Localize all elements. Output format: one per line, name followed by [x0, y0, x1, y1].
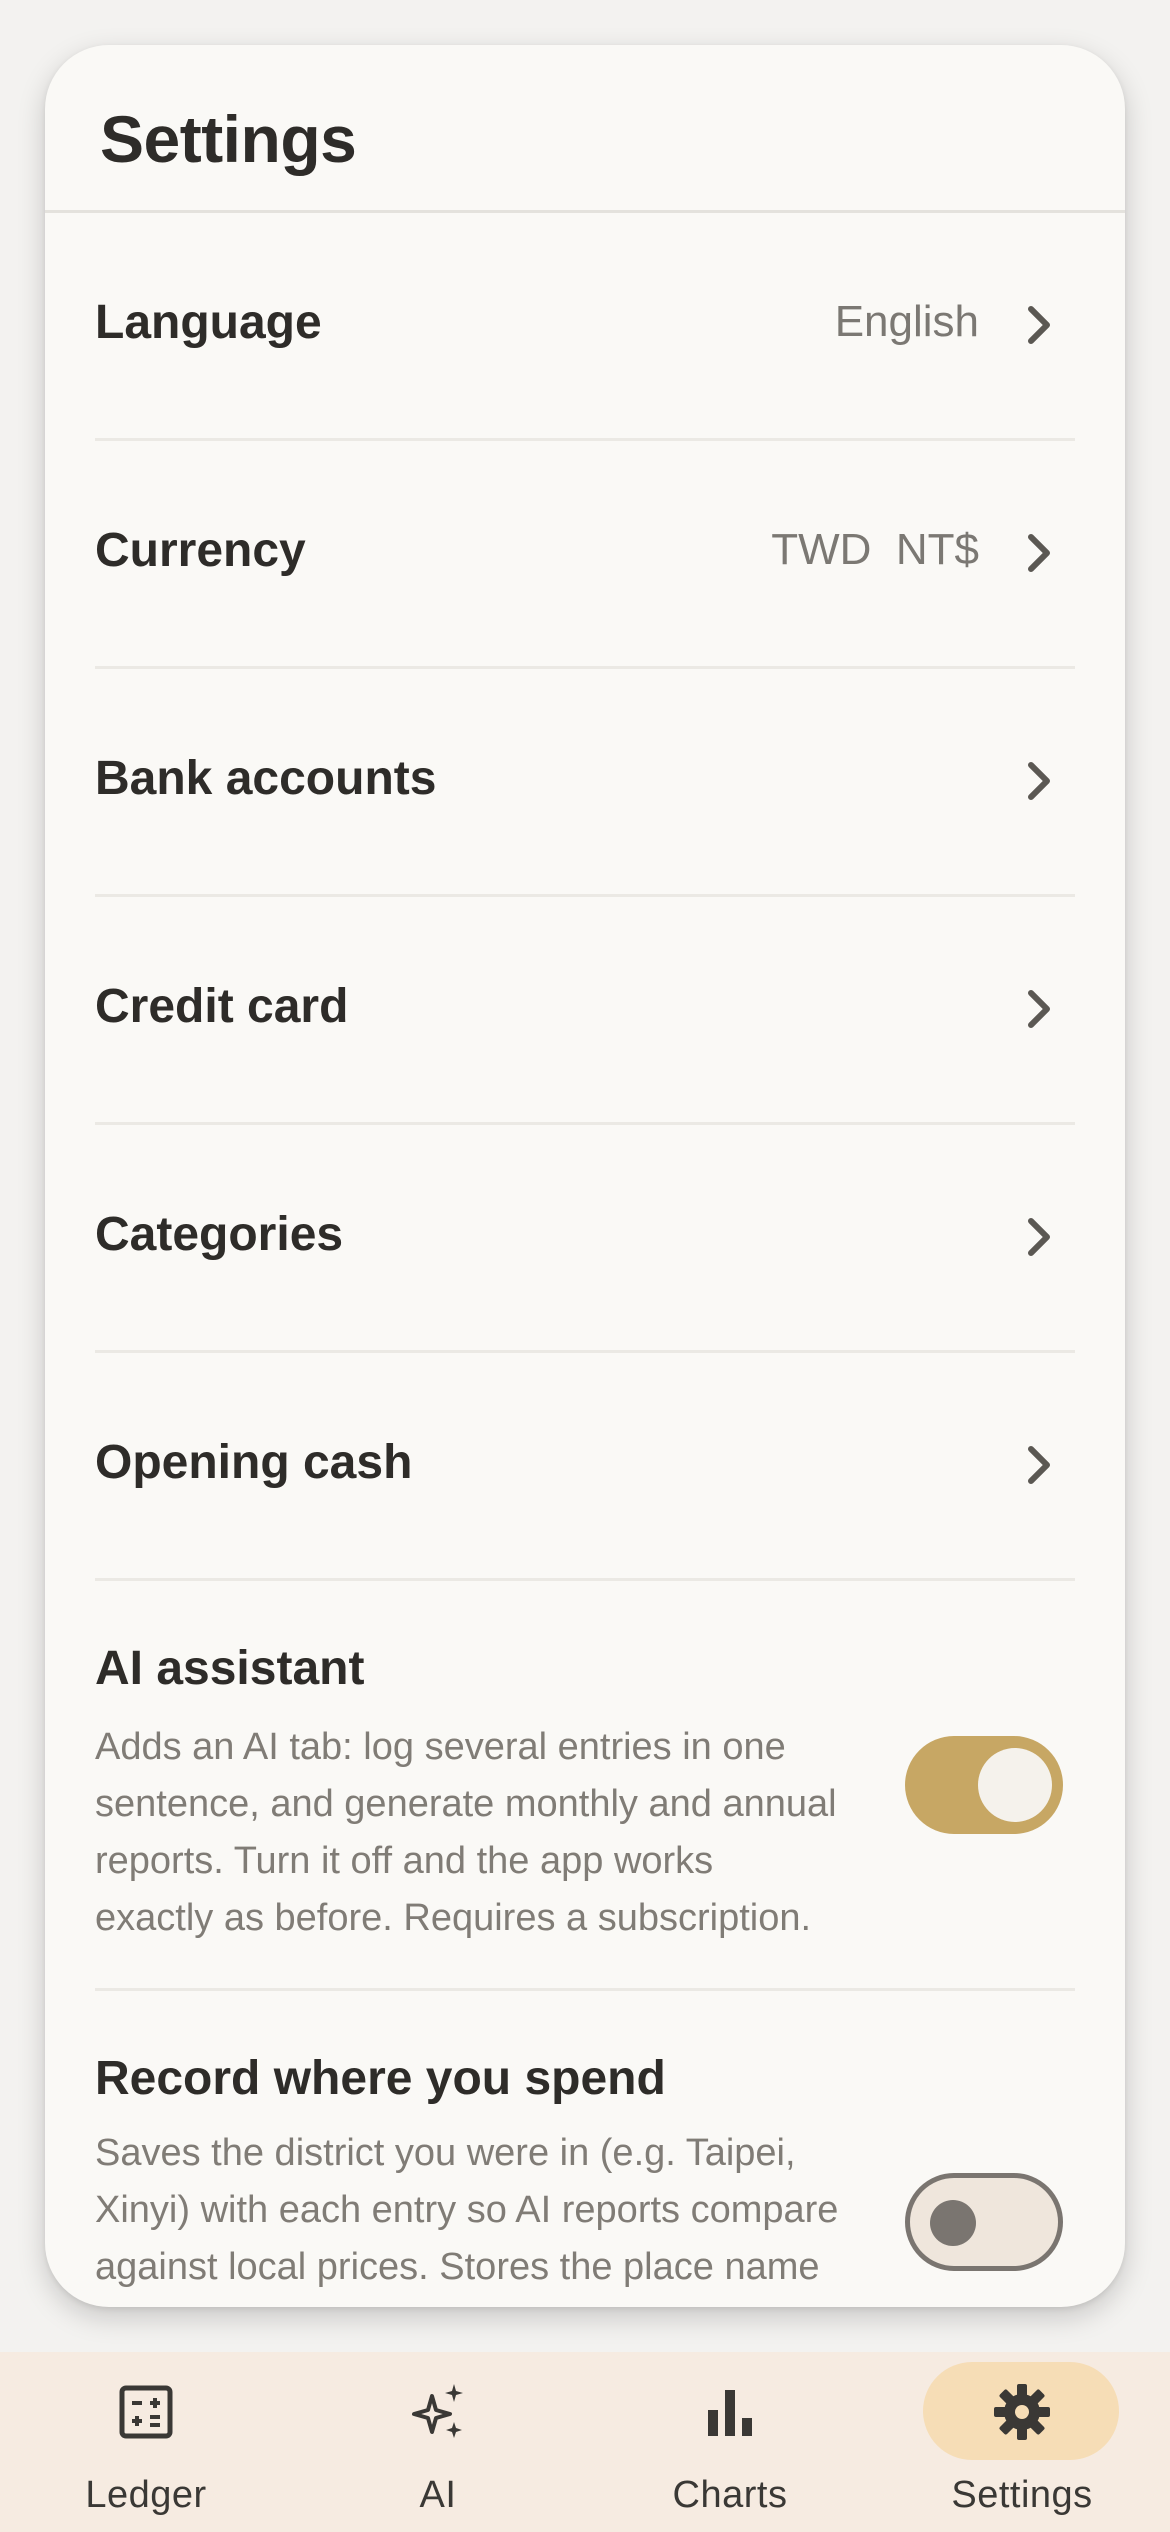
- bank-accounts-label: Bank accounts: [95, 752, 437, 805]
- ai-assistant-title: AI assistant: [95, 1642, 365, 1695]
- chevron-right-icon: [1028, 762, 1050, 800]
- settings-list: Language English Currency TWD NT$ Bank a…: [45, 213, 1125, 2307]
- currency-value: TWD NT$: [771, 525, 979, 574]
- record-location-row: Record where you spend Saves the distric…: [95, 1991, 1075, 2307]
- nav-label: Settings: [951, 2474, 1093, 2516]
- calculator-icon: [119, 2385, 173, 2439]
- chevron-right-icon: [1028, 306, 1050, 344]
- settings-card: Settings Language English Currency TWD N…: [45, 45, 1125, 2307]
- record-location-description: Saves the district you were in (e.g. Tai…: [95, 2132, 839, 2307]
- nav-item-charts[interactable]: Charts: [584, 2352, 876, 2532]
- language-value: English: [834, 297, 979, 346]
- nav-label: AI: [419, 2474, 457, 2516]
- ai-assistant-toggle[interactable]: [905, 1736, 1063, 1834]
- currency-row[interactable]: Currency TWD NT$: [95, 441, 1075, 669]
- chevron-right-icon: [1028, 1446, 1050, 1484]
- language-label: Language: [95, 296, 322, 349]
- credit-card-row[interactable]: Credit card: [95, 897, 1075, 1125]
- nav-item-ledger[interactable]: Ledger: [0, 2352, 292, 2532]
- opening-cash-row[interactable]: Opening cash: [95, 1353, 1075, 1581]
- opening-cash-label: Opening cash: [95, 1436, 413, 1489]
- toggle-knob: [930, 2200, 976, 2246]
- record-location-title: Record where you spend: [95, 2052, 666, 2105]
- ai-assistant-description: Adds an AI tab: log several entries in o…: [95, 1726, 837, 1939]
- page-title: Settings: [100, 102, 357, 176]
- sparkles-icon: [412, 2384, 463, 2438]
- settings-header: Settings: [45, 45, 1125, 213]
- nav-label: Ledger: [85, 2474, 207, 2516]
- categories-label: Categories: [95, 1208, 344, 1261]
- language-row[interactable]: Language English: [95, 213, 1075, 441]
- chevron-right-icon: [1028, 534, 1050, 572]
- bank-accounts-row[interactable]: Bank accounts: [95, 669, 1075, 897]
- credit-card-label: Credit card: [95, 980, 349, 1033]
- chevron-right-icon: [1028, 1218, 1050, 1256]
- record-location-toggle[interactable]: [905, 2173, 1063, 2271]
- bar-chart-icon: [708, 2390, 752, 2436]
- bottom-navigation: Ledger AI Charts Settings: [0, 2352, 1170, 2532]
- toggle-knob: [978, 1748, 1052, 1822]
- ai-assistant-row: AI assistant Adds an AI tab: log several…: [95, 1581, 1075, 1991]
- gear-icon: [994, 2384, 1050, 2440]
- nav-item-settings[interactable]: Settings: [876, 2352, 1168, 2532]
- nav-label: Charts: [672, 2474, 788, 2516]
- chevron-right-icon: [1028, 990, 1050, 1028]
- currency-label: Currency: [95, 524, 306, 577]
- nav-item-ai[interactable]: AI: [292, 2352, 584, 2532]
- categories-row[interactable]: Categories: [95, 1125, 1075, 1353]
